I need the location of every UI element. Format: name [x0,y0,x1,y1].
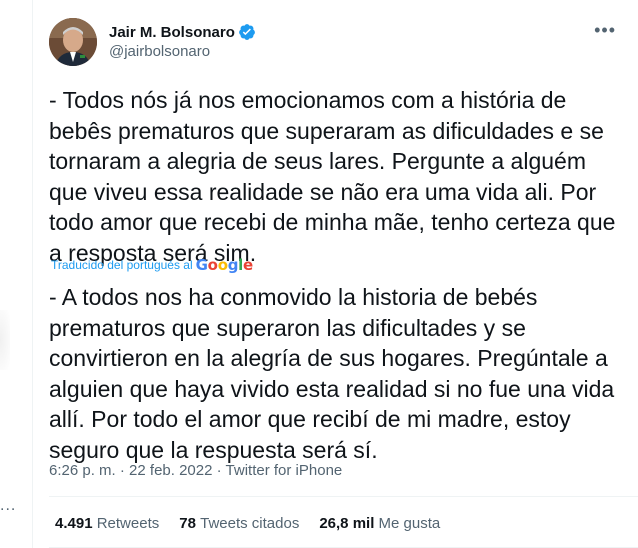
tweet-date[interactable]: 22 feb. 2022 [129,462,212,479]
left-menu-dots[interactable]: ... [0,497,16,515]
verified-badge-icon [238,23,256,41]
tweet-stats: 4.491 Retweets 78 Tweets citados 26,8 mi… [55,515,460,532]
tweet-source[interactable]: Twitter for iPhone [226,462,343,479]
google-logo-icon: Google [195,256,253,274]
author-handle[interactable]: @jairbolsonaro [109,43,210,60]
divider [49,496,638,497]
translation-label: Traducido del portugués al [51,258,193,272]
tweet-text-original: - Todos nós já nos emocionamos com a his… [49,87,616,266]
retweets-stat[interactable]: 4.491 Retweets [55,515,159,532]
meta-separator-2: · [216,462,226,479]
avatar[interactable] [49,18,97,66]
left-panel-shadow [0,310,10,370]
quotes-stat[interactable]: 78 Tweets citados [179,515,299,532]
tweet: Jair M. Bolsonaro @jairbolsonaro ••• - T… [49,0,638,548]
retweets-label: Retweets [96,515,160,532]
author-name-row: Jair M. Bolsonaro [109,23,256,41]
likes-count: 26,8 mil [319,515,379,532]
likes-stat[interactable]: 26,8 mil Me gusta [319,515,440,532]
quotes-count: 78 [179,515,201,532]
likes-label: Me gusta [378,515,441,532]
meta-separator: · [119,462,130,479]
tweet-meta: 6:26 p. m. · 22 feb. 2022 · Twitter for … [49,462,342,479]
avatar-photo-icon [49,18,97,66]
more-options-icon[interactable]: ••• [594,20,616,41]
tweet-detail-view: ... Jair M. Bolsonaro @jairbolsonaro •••… [0,0,638,548]
translation-attribution[interactable]: Traducido del portugués al Google [51,256,253,274]
quotes-label: Tweets citados [200,515,300,532]
tweet-header: Jair M. Bolsonaro @jairbolsonaro ••• [49,18,638,66]
column-divider [32,0,33,548]
tweet-time[interactable]: 6:26 p. m. [49,462,116,479]
author-name[interactable]: Jair M. Bolsonaro [109,24,235,41]
tweet-text-translated: - A todos nos ha conmovido la historia d… [49,284,615,463]
retweets-count: 4.491 [55,515,97,532]
